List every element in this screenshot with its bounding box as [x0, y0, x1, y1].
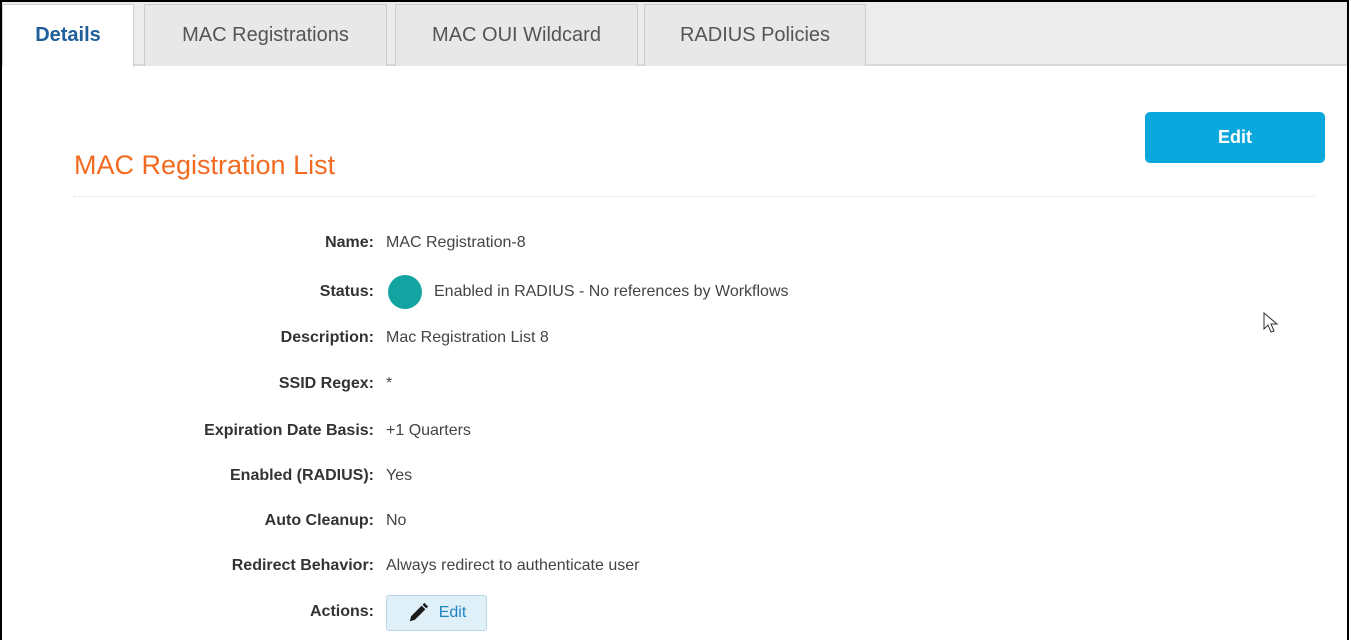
tab-mac-oui-wildcard[interactable]: MAC OUI Wildcard [395, 4, 638, 66]
detail-row-expiration: Expiration Date Basis: +1 Quarters [0, 416, 1000, 446]
actions-label: Actions: [310, 603, 374, 620]
tab-bar: Details MAC Registrations MAC OUI Wildca… [2, 2, 1347, 68]
edit-button[interactable]: Edit [1145, 112, 1325, 163]
redirect-value: Always redirect to authenticate user [386, 557, 640, 574]
auto-cleanup-label: Auto Cleanup: [264, 512, 374, 529]
detail-row-redirect: Redirect Behavior: Always redirect to au… [0, 551, 1000, 581]
name-value: MAC Registration-8 [386, 234, 526, 251]
status-indicator-icon [388, 275, 422, 309]
row-edit-button[interactable]: Edit [386, 595, 487, 631]
enabled-radius-value: Yes [386, 467, 413, 484]
description-value: Mac Registration List 8 [386, 329, 549, 346]
status-value: Enabled in RADIUS - No references by Wor… [434, 283, 789, 300]
expiration-value: +1 Quarters [386, 422, 471, 439]
ssid-regex-label: SSID Regex: [278, 375, 374, 392]
status-value-wrap: Enabled in RADIUS - No references by Wor… [386, 275, 789, 309]
detail-row-enabled-radius: Enabled (RADIUS): Yes [0, 461, 1000, 491]
enabled-radius-label: Enabled (RADIUS): [230, 467, 374, 484]
tab-radius-policies[interactable]: RADIUS Policies [644, 4, 866, 66]
ssid-regex-value: * [386, 375, 393, 392]
detail-row-status: Status: Enabled in RADIUS - No reference… [0, 275, 1000, 309]
title-divider [74, 196, 1316, 197]
detail-row-description: Description: Mac Registration List 8 [0, 323, 1000, 353]
detail-row-name: Name: MAC Registration-8 [0, 228, 1000, 258]
detail-row-auto-cleanup: Auto Cleanup: No [0, 506, 1000, 536]
detail-row-ssid-regex: SSID Regex: * [0, 369, 1000, 399]
detail-row-actions: Actions: Edit [0, 595, 1000, 631]
name-label: Name: [325, 234, 374, 251]
window-frame [0, 0, 1349, 640]
tab-details[interactable]: Details [2, 4, 134, 68]
auto-cleanup-value: No [386, 512, 407, 529]
expiration-label: Expiration Date Basis: [204, 422, 374, 439]
redirect-label: Redirect Behavior: [231, 557, 374, 574]
status-label: Status: [319, 283, 374, 300]
pencil-icon [409, 602, 428, 622]
actions-value: Edit [386, 593, 487, 631]
row-edit-label: Edit [438, 604, 467, 621]
tab-mac-registrations[interactable]: MAC Registrations [144, 4, 387, 66]
page-title: MAC Registration List [74, 150, 336, 180]
mouse-cursor-icon [1263, 312, 1279, 333]
description-label: Description: [280, 329, 374, 346]
